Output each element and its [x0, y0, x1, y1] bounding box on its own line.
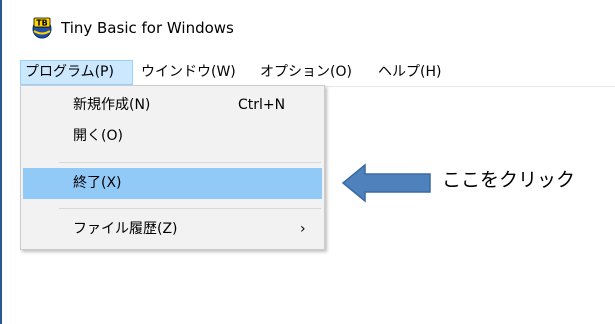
- menu-bar: プログラム(P) ウインドウ(W) オプション(O) ヘルプ(H): [2, 60, 615, 85]
- app-window: TB Tiny Basic for Windows プログラム(P) ウインドウ…: [0, 0, 615, 324]
- menu-options[interactable]: オプション(O): [256, 60, 356, 85]
- tiny-basic-app-icon: TB: [32, 17, 52, 39]
- menu-window[interactable]: ウインドウ(W): [137, 60, 240, 85]
- title-bar: TB Tiny Basic for Windows: [2, 0, 615, 52]
- menu-item-new[interactable]: 新規作成(N) Ctrl+N: [23, 90, 322, 121]
- menu-item-open[interactable]: 開く(O): [23, 121, 322, 152]
- window-title: Tiny Basic for Windows: [61, 19, 234, 37]
- program-menu-dropdown: 新規作成(N) Ctrl+N 開く(O) 終了(X) ファイル履歴(Z) ›: [20, 85, 325, 250]
- menu-item-file-history-label: ファイル履歴(Z): [73, 221, 178, 237]
- menu-item-open-label: 開く(O): [73, 128, 123, 144]
- menu-help[interactable]: ヘルプ(H): [374, 60, 445, 85]
- callout-text: ここをクリック: [442, 169, 576, 191]
- left-arrow-icon: [341, 163, 431, 203]
- menu-item-exit[interactable]: 終了(X): [23, 168, 322, 199]
- menu-separator: [59, 162, 321, 163]
- menu-item-exit-label: 終了(X): [73, 175, 122, 191]
- menu-program[interactable]: プログラム(P): [20, 60, 133, 85]
- menu-item-new-label: 新規作成(N): [73, 97, 151, 113]
- svg-text:TB: TB: [36, 19, 48, 28]
- menu-item-new-shortcut: Ctrl+N: [238, 97, 286, 113]
- menu-item-file-history[interactable]: ファイル履歴(Z) ›: [23, 214, 322, 245]
- menu-separator: [59, 208, 321, 209]
- submenu-arrow-icon: ›: [300, 221, 306, 237]
- client-divider: [324, 86, 615, 87]
